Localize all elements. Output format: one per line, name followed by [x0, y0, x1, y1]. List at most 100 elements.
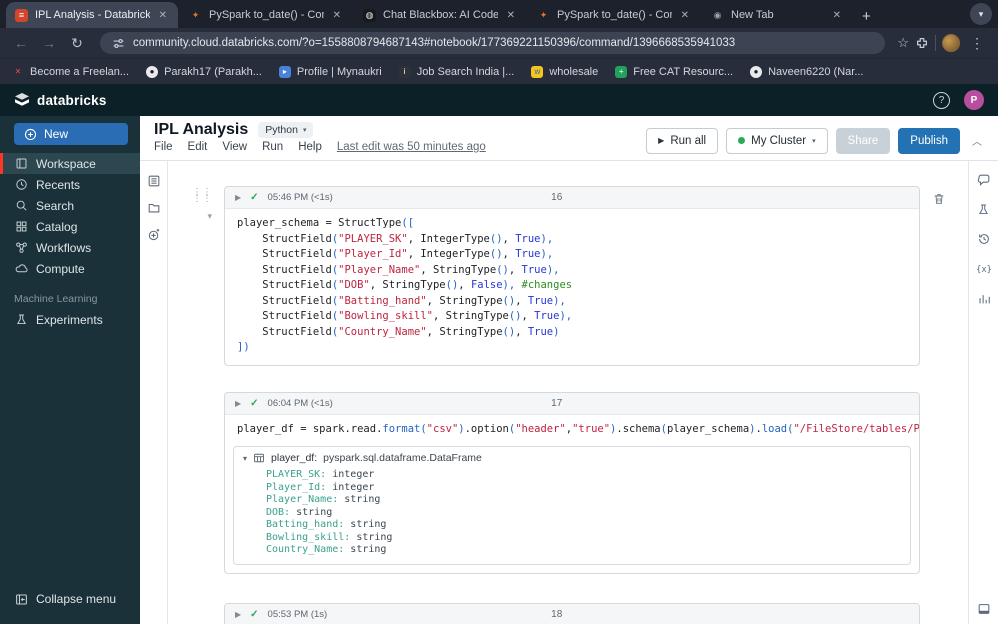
notebook-title[interactable]: IPL Analysis: [154, 121, 248, 139]
tab-close-icon[interactable]: ✕: [831, 10, 843, 21]
sidebar-item-label: Workspace: [36, 156, 96, 171]
bookmark-favicon: ▸: [278, 65, 291, 78]
back-icon[interactable]: ←: [10, 35, 32, 51]
cell-row: ▶ ✓ 05:53 PM (1s) 18 player_df.show(5) ▸…: [168, 602, 968, 624]
new-button[interactable]: New: [14, 123, 128, 145]
notebook-cell[interactable]: ▶ ✓ 05:53 PM (1s) 18 player_df.show(5) ▸…: [224, 602, 920, 624]
delete-cell-icon[interactable]: [932, 192, 968, 206]
menu-file[interactable]: File: [154, 141, 173, 153]
menu-edit[interactable]: Edit: [188, 141, 208, 153]
tab-close-icon[interactable]: ✕: [157, 10, 169, 21]
cell-output: ▾ player_df: pyspark.sql.dataframe.DataF…: [225, 446, 919, 573]
browser-tab[interactable]: ◍ Chat Blackbox: AI Code Gene ✕: [354, 2, 526, 28]
menu-view[interactable]: View: [222, 141, 247, 153]
dataframe-output-box: ▾ player_df: pyspark.sql.dataframe.DataF…: [233, 446, 911, 565]
language-selector[interactable]: Python ▾: [258, 122, 314, 138]
drag-handle[interactable]: ⋮⋮ ⋮⋮: [192, 188, 212, 204]
bookmark-favicon: w: [531, 65, 544, 78]
run-cell-button[interactable]: ▶: [235, 399, 241, 408]
publish-button[interactable]: Publish: [898, 127, 960, 154]
success-check-icon: ✓: [250, 192, 259, 203]
bookmark-item[interactable]: ● Naveen6220 (Nar...: [750, 65, 863, 78]
url-text: community.cloud.databricks.com/?o=155880…: [133, 37, 736, 49]
notebook-cell[interactable]: ▶ ✓ 06:04 PM (<1s) 17 player_df = spark.…: [224, 391, 920, 574]
bookmark-item[interactable]: i Job Search India |...: [398, 65, 514, 78]
comment-icon[interactable]: [977, 173, 991, 187]
extensions-icon[interactable]: [915, 36, 929, 50]
code-editor[interactable]: player_schema = StructType([ StructField…: [225, 209, 919, 365]
run-cell-button[interactable]: ▶: [235, 193, 241, 202]
folder-icon[interactable]: [147, 201, 161, 215]
output-collapse-icon[interactable]: ▾: [243, 454, 247, 463]
code-editor[interactable]: player_df = spark.read.format("csv").opt…: [225, 415, 919, 447]
bookmark-item[interactable]: + Free CAT Resourc...: [615, 65, 733, 78]
output-df-name: player_df:: [271, 452, 318, 464]
toc-icon[interactable]: [147, 174, 161, 188]
menu-help[interactable]: Help: [298, 141, 322, 153]
cell-gutter: ⋮⋮ ⋮⋮ ▾: [168, 186, 224, 366]
browser-profile-avatar[interactable]: [942, 34, 960, 52]
bookmark-favicon: i: [398, 65, 411, 78]
browser-menu-icon[interactable]: ⋮: [966, 35, 988, 52]
run-all-button[interactable]: ▶ Run all: [646, 127, 719, 154]
browser-tab[interactable]: ✦ PySpark to_date() - Convert ✕: [528, 2, 700, 28]
reload-icon[interactable]: ↻: [66, 35, 88, 52]
browser-tab[interactable]: ◉ New Tab ✕: [702, 2, 852, 28]
bookmark-favicon: +: [615, 65, 628, 78]
run-cell-button[interactable]: ▶: [235, 610, 241, 619]
user-avatar[interactable]: P: [964, 90, 984, 110]
forward-icon[interactable]: →: [38, 35, 60, 51]
output-df-type: pyspark.sql.dataframe.DataFrame: [323, 452, 482, 464]
help-icon[interactable]: ?: [933, 91, 950, 109]
spark-favicon: ✦: [539, 9, 548, 20]
tab-close-icon[interactable]: ✕: [331, 10, 343, 21]
catalog-icon: [14, 220, 28, 233]
browser-tab[interactable]: ✦ PySpark to_date() - Convert ✕: [180, 2, 352, 28]
tab-search-chevron-icon[interactable]: ▾: [970, 3, 992, 25]
sidebar-item-search[interactable]: Search: [0, 195, 140, 216]
catalog-add-icon[interactable]: [147, 228, 161, 242]
address-bar[interactable]: community.cloud.databricks.com/?o=155880…: [100, 32, 886, 54]
workflows-icon: [14, 241, 28, 254]
cell-gutter: [168, 603, 224, 624]
schema-field: Bowling_skill: string: [266, 531, 393, 543]
collapse-menu-button[interactable]: Collapse menu: [0, 592, 140, 624]
menu-run[interactable]: Run: [262, 141, 283, 153]
cell-header: ▶ ✓ 06:04 PM (<1s) 17: [225, 392, 919, 415]
bookmark-label: wholesale: [549, 65, 599, 78]
sidebar-item-workspace[interactable]: Workspace: [0, 153, 140, 174]
bookmark-item[interactable]: w wholesale: [531, 65, 599, 78]
cell-number: 18: [551, 608, 563, 620]
search-icon: [14, 199, 28, 212]
databricks-logo-text: databricks: [37, 92, 107, 108]
charts-icon[interactable]: [977, 292, 991, 306]
bookmark-star-icon[interactable]: ☆: [897, 35, 909, 51]
bookmark-item[interactable]: ✕ Become a Freelan...: [12, 66, 129, 78]
bookmark-item[interactable]: ▸ Profile | Mynaukri: [278, 65, 382, 78]
browser-tab-bar: ≡ IPL Analysis - Databricks Con ✕ ✦ PySpark …: [0, 0, 998, 28]
notebook-cell[interactable]: ▶ ✓ 05:46 PM (<1s) 16 player_schema = St…: [224, 186, 920, 366]
collapse-cell-icon[interactable]: ▾: [207, 211, 212, 222]
panel-toggle-icon[interactable]: [977, 602, 991, 616]
sidebar-item-compute[interactable]: Compute: [0, 258, 140, 279]
cell-timestamp: 05:53 PM (1s): [267, 608, 328, 620]
cluster-selector[interactable]: My Cluster ▾: [726, 127, 828, 154]
bookmark-item[interactable]: ● Parakh17 (Parakh...: [146, 65, 262, 78]
sidebar-item-workflows[interactable]: Workflows: [0, 237, 140, 258]
sidebar-item-recents[interactable]: Recents: [0, 174, 140, 195]
browser-tab[interactable]: ≡ IPL Analysis - Databricks Con ✕: [6, 2, 178, 28]
last-edit-link[interactable]: Last edit was 50 minutes ago: [337, 141, 486, 153]
variables-icon[interactable]: {x}: [976, 262, 992, 276]
databricks-logo[interactable]: databricks: [14, 92, 107, 108]
new-tab-button[interactable]: +: [852, 8, 881, 28]
history-icon[interactable]: [977, 232, 991, 246]
sidebar: New Workspace Recents Search Catalog Workflo…: [0, 116, 140, 624]
collapse-header-icon[interactable]: ︿: [968, 133, 986, 148]
cluster-label: My Cluster: [751, 134, 807, 147]
tab-close-icon[interactable]: ✕: [679, 10, 691, 21]
site-settings-icon[interactable]: [112, 37, 125, 50]
sidebar-item-experiments[interactable]: Experiments: [0, 309, 140, 330]
experiment-icon[interactable]: [977, 203, 990, 216]
sidebar-item-catalog[interactable]: Catalog: [0, 216, 140, 237]
tab-close-icon[interactable]: ✕: [505, 10, 517, 21]
